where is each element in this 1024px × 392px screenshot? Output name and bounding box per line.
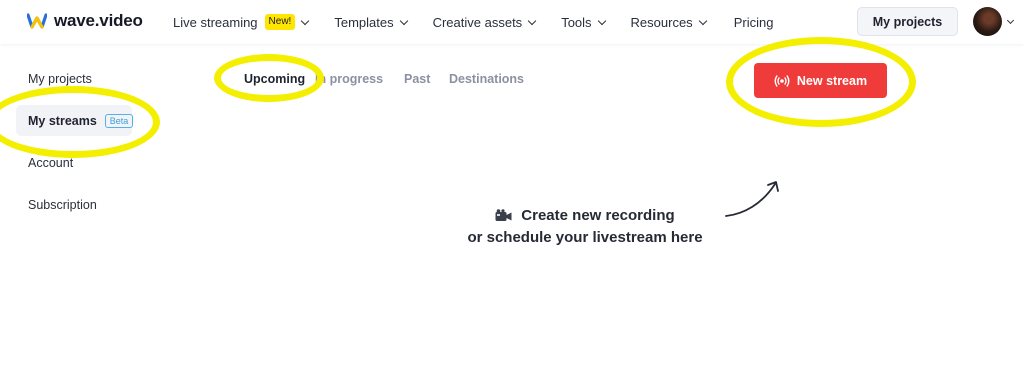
chevron-down-icon [399,16,408,25]
nav-item-tools[interactable]: Tools [561,14,606,30]
logo-text: wave.video [54,11,143,30]
sidebar-item-subscription[interactable]: Subscription [28,198,97,212]
beta-badge: Beta [104,114,134,128]
tab-destinations[interactable]: Destinations [449,72,524,86]
sidebar-item-my-streams[interactable]: My streams Beta [28,114,134,128]
empty-state-message: Create new recording or schedule your li… [440,205,730,249]
chevron-down-icon[interactable] [1006,16,1015,25]
nav-label: Templates [334,14,394,30]
nav-label: Tools [561,14,592,30]
chevron-down-icon [301,16,310,25]
avatar[interactable] [973,7,1002,36]
chevron-down-icon [698,16,707,25]
nav-item-live-streaming[interactable]: Live streaming New! [173,14,310,30]
tab-upcoming[interactable]: Upcoming [244,72,305,86]
nav-item-creative-assets[interactable]: Creative assets [432,14,537,30]
chevron-down-icon [527,16,537,25]
new-stream-button[interactable]: New stream [754,63,887,98]
sidebar-item-label: My streams [28,114,97,128]
tab-in-progress[interactable]: In progress [315,72,383,86]
pointer-arrow-icon [725,181,779,217]
my-projects-button[interactable]: My projects [857,7,958,36]
sidebar-item-my-projects[interactable]: My projects [28,72,92,86]
nav-item-templates[interactable]: Templates [334,14,408,30]
logo[interactable]: wave.video [27,11,143,31]
chevron-down-icon [597,16,606,25]
nav-label: Pricing [733,14,774,30]
sidebar-item-account[interactable]: Account [28,156,73,170]
new-stream-label: New stream [796,73,868,88]
nav-label: Resources [630,14,693,30]
new-badge: New! [264,14,296,30]
nav-label: Live streaming [173,14,258,30]
broadcast-icon [774,74,790,87]
empty-state-line-1: Create new recording [440,205,730,227]
nav-item-resources[interactable]: Resources [630,14,707,30]
empty-state-title: Create new recording [521,207,675,224]
top-navigation-bar: wave.video Live streaming New! Templates… [0,0,1024,44]
tab-past[interactable]: Past [404,72,430,86]
empty-state-subtitle: or schedule your livestream here [467,229,703,246]
main-nav: Live streaming New! Templates Creative a… [173,0,773,44]
wave-logo-icon [27,13,47,29]
video-camera-icon [495,209,512,221]
nav-label: Creative assets [432,14,523,30]
nav-item-pricing[interactable]: Pricing [734,15,774,30]
